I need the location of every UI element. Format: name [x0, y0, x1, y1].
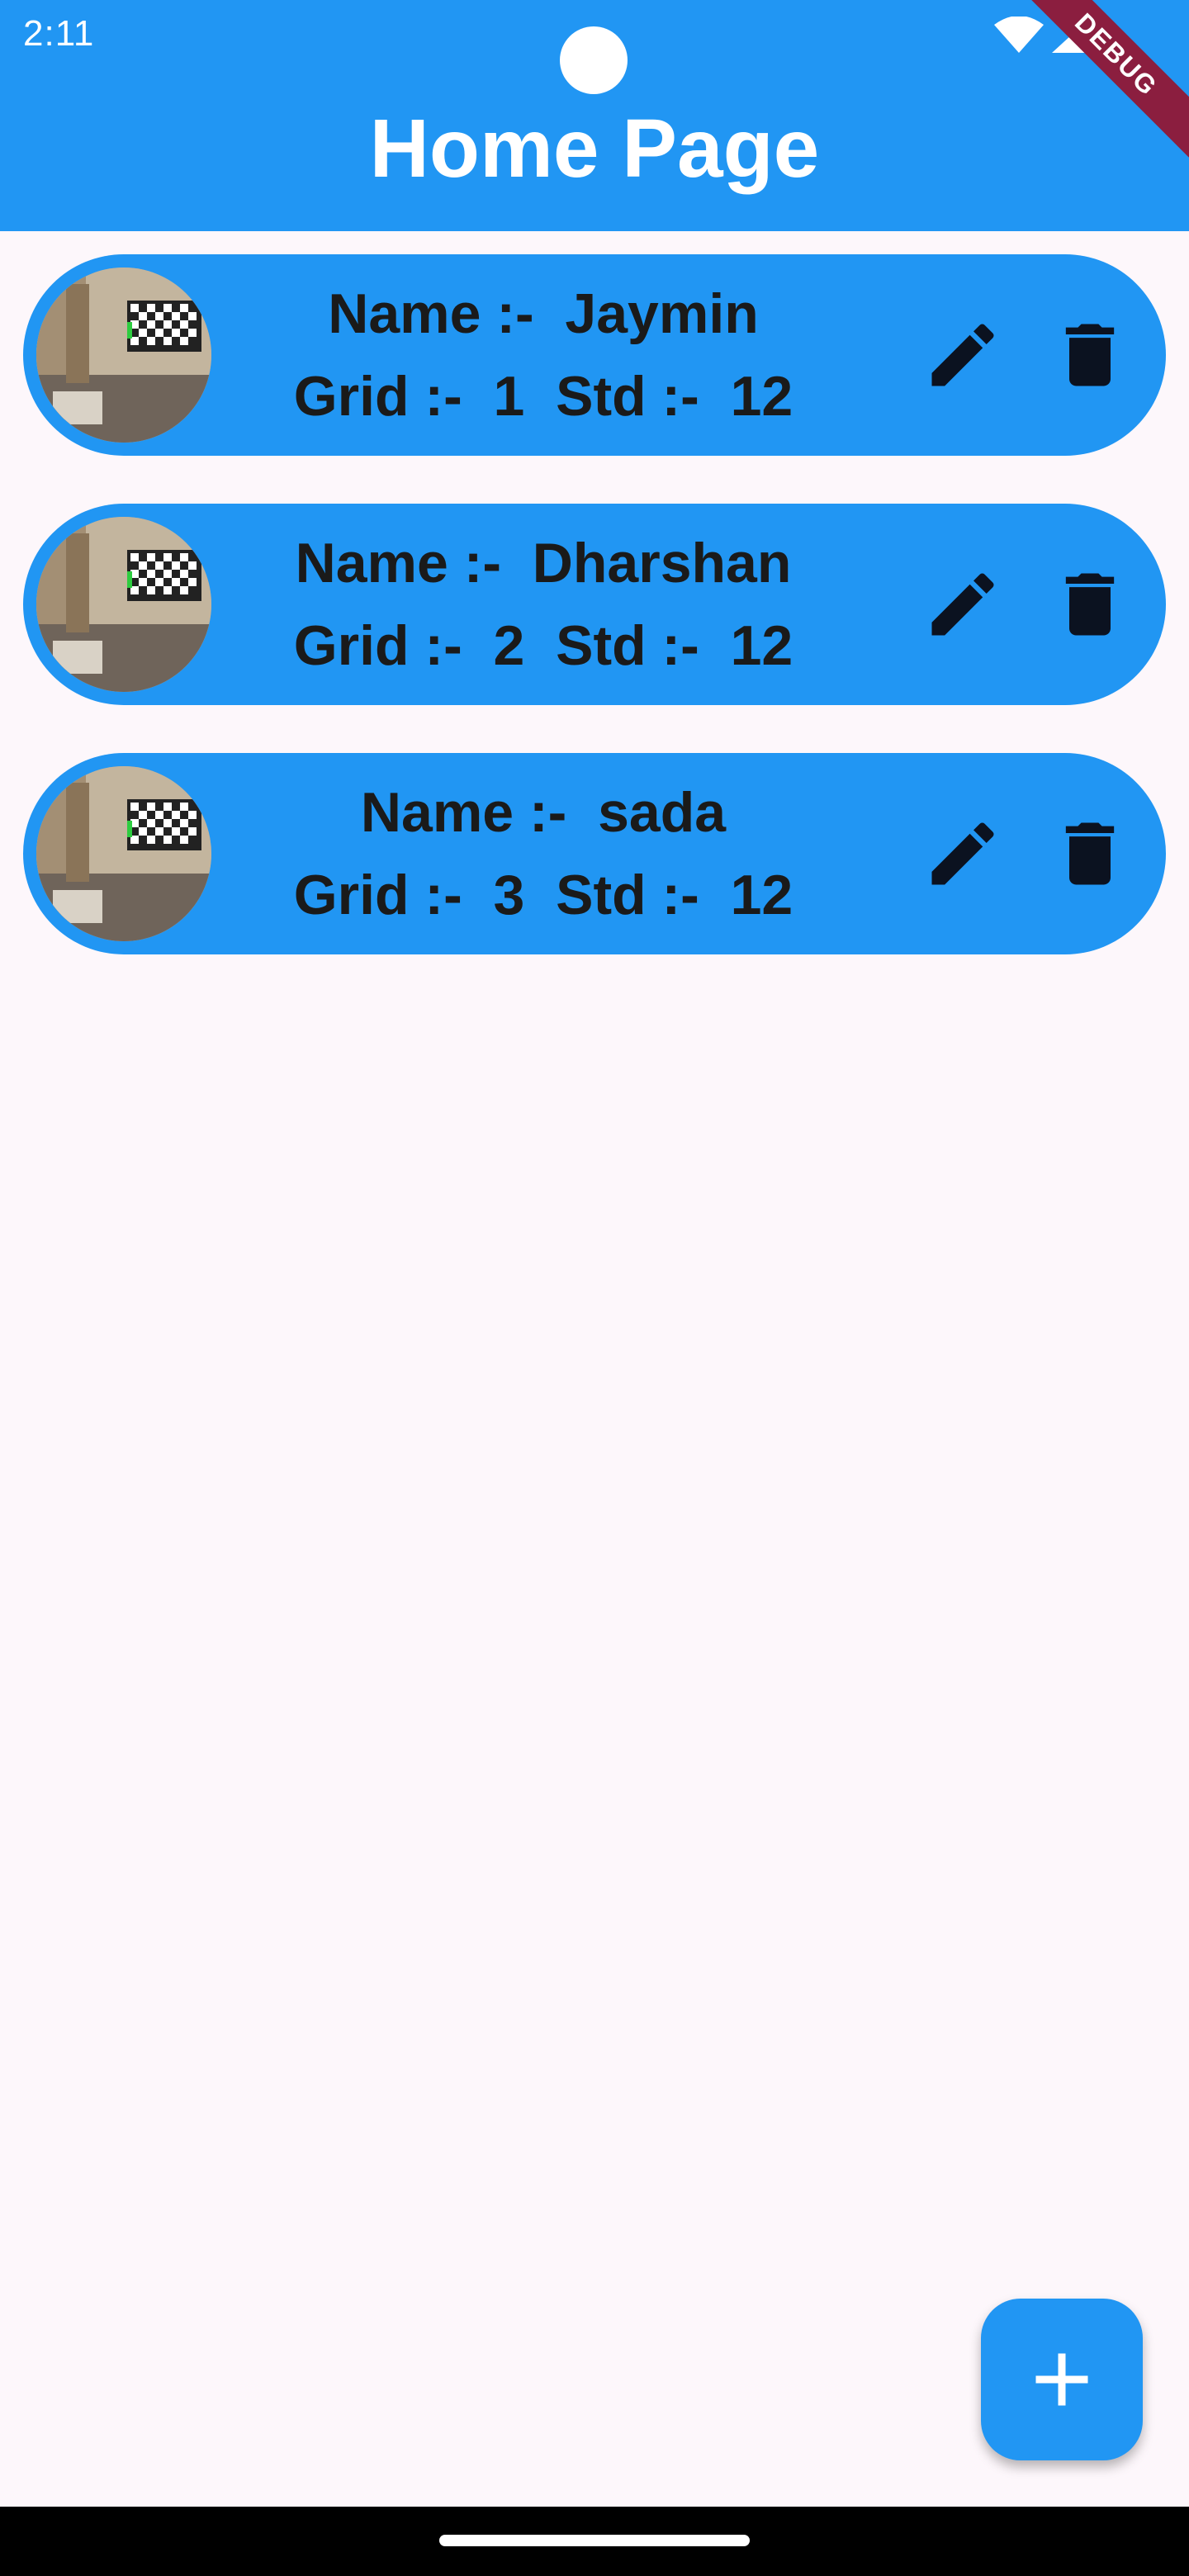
- app-bar: 2:11 Home Page: [0, 0, 1189, 231]
- edit-button[interactable]: [913, 305, 1012, 405]
- avatar: [36, 268, 211, 443]
- status-time: 2:11: [23, 13, 95, 54]
- avatar: [36, 517, 211, 692]
- system-nav-bar: [0, 2507, 1189, 2576]
- home-indicator[interactable]: [439, 2535, 750, 2546]
- avatar: [36, 766, 211, 941]
- student-grid-std: Grid :- 1 Std :- 12: [293, 365, 793, 428]
- delete-icon: [1065, 324, 1115, 386]
- student-name: Name :- Dharshan: [295, 532, 792, 594]
- add-student-button[interactable]: [981, 2299, 1143, 2460]
- edit-icon: [931, 573, 994, 636]
- delete-icon: [1065, 822, 1115, 885]
- student-info: Name :- Dharshan Grid :- 2 Std :- 12: [238, 504, 849, 705]
- student-list: Name :- Jaymin Grid :- 1 Std :- 12 Name …: [23, 254, 1166, 1002]
- delete-button[interactable]: [1040, 305, 1139, 405]
- delete-button[interactable]: [1040, 804, 1139, 903]
- delete-icon: [1065, 573, 1115, 636]
- student-grid-std: Grid :- 3 Std :- 12: [293, 864, 793, 926]
- student-card[interactable]: Name :- Jaymin Grid :- 1 Std :- 12: [23, 254, 1166, 456]
- edit-button[interactable]: [913, 804, 1012, 903]
- add-icon: [1035, 2353, 1088, 2406]
- delete-button[interactable]: [1040, 555, 1139, 654]
- edit-button[interactable]: [913, 555, 1012, 654]
- edit-icon: [931, 324, 994, 386]
- student-name: Name :- sada: [360, 781, 727, 844]
- student-name: Name :- Jaymin: [328, 282, 759, 345]
- student-info: Name :- sada Grid :- 3 Std :- 12: [238, 753, 849, 954]
- student-card[interactable]: Name :- Dharshan Grid :- 2 Std :- 12: [23, 504, 1166, 705]
- page-title: Home Page: [369, 102, 820, 195]
- edit-icon: [931, 822, 994, 885]
- camera-cutout: [560, 26, 628, 94]
- student-info: Name :- Jaymin Grid :- 1 Std :- 12: [238, 254, 849, 456]
- student-card[interactable]: Name :- sada Grid :- 3 Std :- 12: [23, 753, 1166, 954]
- wifi-icon: [994, 17, 1044, 53]
- student-grid-std: Grid :- 2 Std :- 12: [293, 614, 793, 677]
